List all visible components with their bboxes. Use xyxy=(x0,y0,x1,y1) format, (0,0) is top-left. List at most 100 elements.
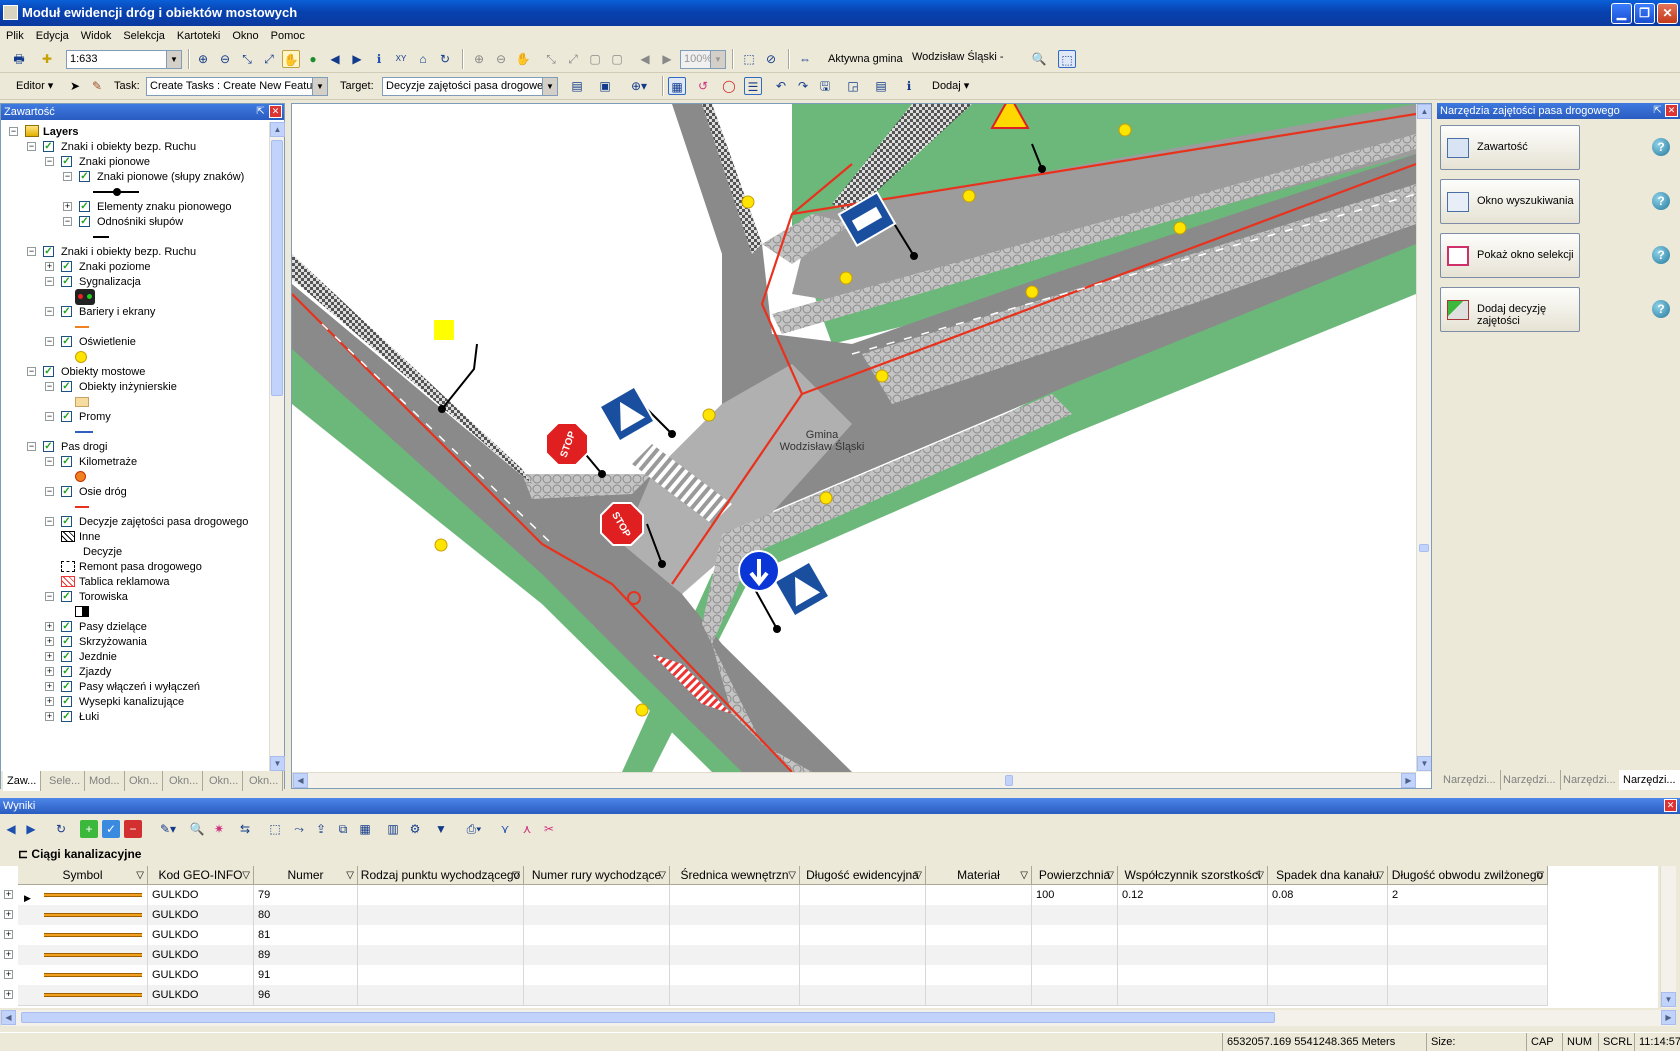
table-cell[interactable] xyxy=(800,925,926,946)
table-cell[interactable]: 80 xyxy=(254,905,358,926)
table-cell[interactable] xyxy=(358,945,524,966)
layer-tree-item[interactable]: − ✓ Obiekty inżynierskie xyxy=(1,379,269,395)
layer-tree-item[interactable]: + ✓ Skrzyżowania xyxy=(1,634,269,650)
window-icon[interactable]: ◲ xyxy=(844,77,862,95)
expand-toggle-icon[interactable]: − xyxy=(45,337,54,346)
expand-toggle-icon[interactable]: − xyxy=(63,217,72,226)
table-cell[interactable]: GULKDO xyxy=(148,965,254,986)
layer-tree-item[interactable]: − ✓ Obiekty mostowe xyxy=(1,364,269,380)
expand-toggle-icon[interactable]: − xyxy=(27,442,36,451)
layer-tree-item[interactable]: − ✓ Kilometraże xyxy=(1,454,269,470)
close-icon[interactable]: ✕ xyxy=(1665,104,1678,117)
layer-tree-item[interactable]: − ✓ Osie dróg xyxy=(1,484,269,500)
tab-okno-1[interactable]: Okn... xyxy=(125,771,164,791)
visibility-checkbox[interactable]: ✓ xyxy=(61,261,72,272)
info-icon[interactable]: ℹ xyxy=(900,77,918,95)
column-header[interactable]: Długość ewidencyjna ▽ xyxy=(800,866,926,885)
table-cell[interactable] xyxy=(800,985,926,1006)
filter-icon[interactable]: ▽ xyxy=(1536,866,1544,884)
visibility-checkbox[interactable]: ✓ xyxy=(61,516,72,527)
help-icon[interactable]: ? xyxy=(1652,192,1670,210)
table-cell[interactable] xyxy=(1032,945,1118,966)
expand-toggle-icon[interactable]: − xyxy=(27,367,36,376)
table-cell[interactable] xyxy=(524,925,670,946)
scroll-down-icon[interactable]: ▼ xyxy=(1417,756,1431,771)
tab-narzedzia-4[interactable]: Narzędzi... xyxy=(1619,770,1680,790)
scroll-down-icon[interactable]: ▼ xyxy=(270,756,285,771)
layout-fixed-in-icon[interactable]: ⤡ xyxy=(542,50,560,68)
toc-scrollbar[interactable]: ▲ ▼ xyxy=(269,122,285,772)
filter-icon[interactable]: ▽ xyxy=(136,866,144,884)
expand-toggle-icon[interactable]: − xyxy=(45,412,54,421)
table-cell[interactable] xyxy=(1118,965,1268,986)
zoom-to-icon[interactable]: 🔍 xyxy=(188,820,206,838)
table-cell[interactable] xyxy=(1388,925,1548,946)
fixed-zoom-out-icon[interactable]: ⤢ xyxy=(260,50,278,68)
results-vscroll[interactable]: ▼ xyxy=(1660,866,1676,1008)
scroll-left-icon[interactable]: ◀ xyxy=(1,1010,16,1025)
help-icon[interactable]: ? xyxy=(1652,300,1670,318)
table-cell[interactable]: 0.12 xyxy=(1118,885,1268,906)
close-icon[interactable]: ✕ xyxy=(269,105,282,118)
layout-pan-icon[interactable]: ✋ xyxy=(514,50,532,68)
menu-edycja[interactable]: Edycja xyxy=(30,26,75,46)
expand-toggle-icon[interactable]: + xyxy=(45,667,54,676)
layer-tree-item[interactable]: − ✓ Bariery i ekrany xyxy=(1,304,269,320)
delete-record-icon[interactable]: − xyxy=(124,820,142,838)
menu-plik[interactable]: Plik xyxy=(0,26,30,46)
results-hscroll[interactable]: ◀ ▶ xyxy=(0,1010,1676,1026)
table-cell[interactable]: GULKDO xyxy=(148,925,254,946)
rotate-tool-icon[interactable]: ↺ xyxy=(694,77,712,95)
report-menu-icon[interactable]: ⎙▾ xyxy=(460,820,488,838)
row-symbol-cell[interactable] xyxy=(18,905,148,926)
layer-tree-item[interactable]: + ✓ Łuki xyxy=(1,709,269,725)
layout-fixed-out-icon[interactable]: ⤢ xyxy=(564,50,582,68)
check-record-icon[interactable]: ✓ xyxy=(102,820,120,838)
table-cell[interactable] xyxy=(524,965,670,986)
visibility-checkbox[interactable]: ✓ xyxy=(61,456,72,467)
layer-tree-item[interactable]: − ✓ Znaki i obiekty bezp. Ruchu xyxy=(1,139,269,155)
table-cell[interactable] xyxy=(926,965,1032,986)
menu-kartoteki[interactable]: Kartoteki xyxy=(171,26,226,46)
identify-icon[interactable]: ℹ xyxy=(370,50,388,68)
tab-okno-3[interactable]: Okn... xyxy=(205,771,244,791)
tab-narzedzia-1[interactable]: Narzędzi... xyxy=(1439,770,1501,790)
table-cell[interactable] xyxy=(1268,945,1388,966)
layer-tree-item[interactable]: + ✓ Jezdnie xyxy=(1,649,269,665)
layer-tree-item[interactable]: − Layers xyxy=(1,124,269,140)
layer-tree-item[interactable]: − ✓ Oświetlenie xyxy=(1,334,269,350)
table-cell[interactable] xyxy=(1032,905,1118,926)
target-combo[interactable]: Decyzje zajętości pasa drogoweg ▼ xyxy=(382,77,558,96)
table-cell[interactable]: 81 xyxy=(254,925,358,946)
redo-icon[interactable]: ↷ xyxy=(794,77,812,95)
search-icon[interactable]: 🔍 xyxy=(1030,50,1048,68)
table-cell[interactable] xyxy=(670,885,800,906)
zoom-100-icon[interactable]: ▢ xyxy=(608,50,626,68)
task-combo[interactable]: Create Tasks : Create New Featu ▼ xyxy=(146,77,328,96)
tab-okno-4[interactable]: Okn... xyxy=(245,771,284,791)
forward-arrow-icon[interactable]: ▶ xyxy=(22,820,40,838)
expand-toggle-icon[interactable]: + xyxy=(45,622,54,631)
expand-row-icon[interactable]: + xyxy=(4,970,13,979)
visibility-checkbox[interactable]: ✓ xyxy=(43,441,54,452)
column-header[interactable]: Numer rury wychodzące ▽ xyxy=(524,866,670,885)
visibility-checkbox[interactable]: ✓ xyxy=(79,171,90,182)
table-tool-icon[interactable]: ▦ xyxy=(668,77,686,95)
column-header[interactable]: Symbol ▽ xyxy=(18,866,148,885)
table-cell[interactable] xyxy=(670,985,800,1006)
filter-icon[interactable]: ▽ xyxy=(1020,866,1028,884)
menu-widok[interactable]: Widok xyxy=(75,26,118,46)
expand-toggle-icon[interactable]: − xyxy=(45,307,54,316)
visibility-checkbox[interactable]: ✓ xyxy=(61,411,72,422)
tab-selekcja[interactable]: Sele... xyxy=(45,771,86,791)
menu-selekcja[interactable]: Selekcja xyxy=(117,26,171,46)
scroll-thumb[interactable] xyxy=(1005,775,1013,786)
expand-row-icon[interactable]: + xyxy=(4,910,13,919)
table-cell[interactable] xyxy=(524,945,670,966)
okno-wyszukiwania-button[interactable]: Okno wyszukiwania xyxy=(1440,179,1580,224)
goto-xy-icon[interactable]: XY xyxy=(392,50,410,68)
visibility-checkbox[interactable]: ✓ xyxy=(61,621,72,632)
close-icon[interactable]: ✕ xyxy=(1664,799,1677,812)
tab-narzedzia-3[interactable]: Narzędzi... xyxy=(1559,770,1621,790)
visibility-checkbox[interactable]: ✓ xyxy=(43,246,54,257)
